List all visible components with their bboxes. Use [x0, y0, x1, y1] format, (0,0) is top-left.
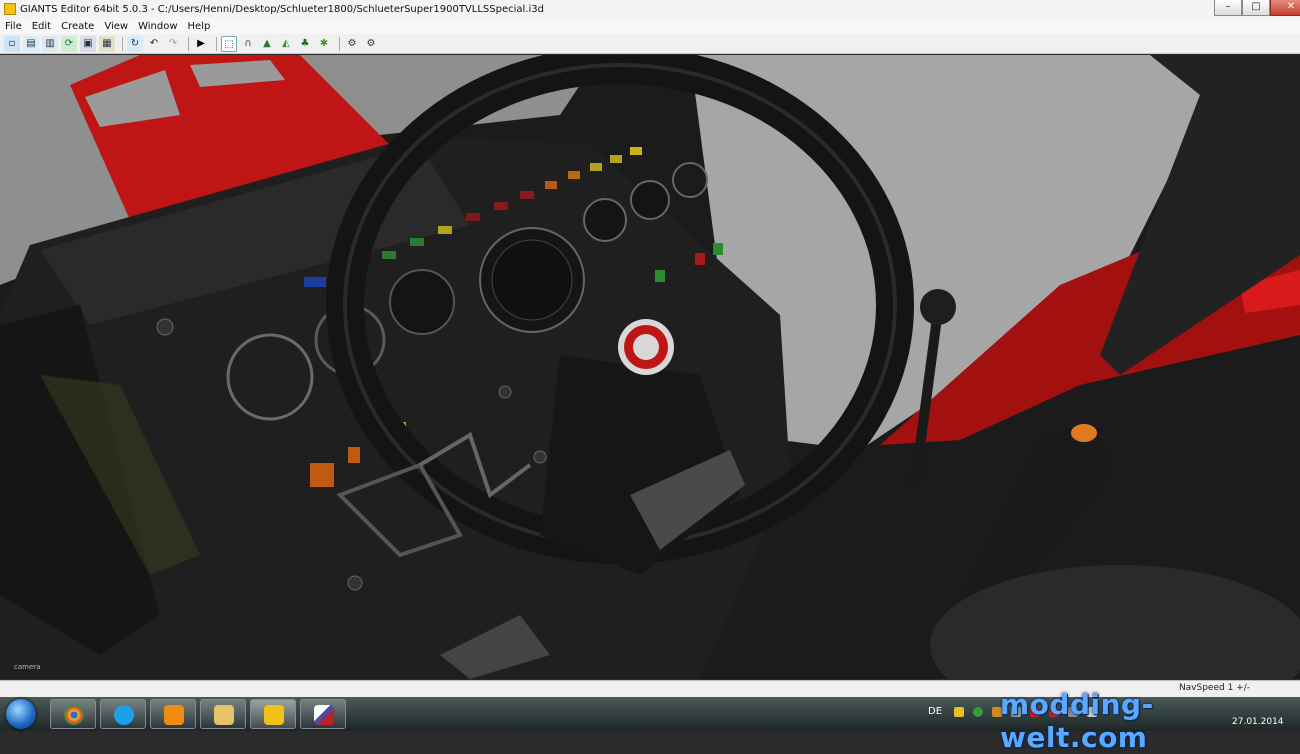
toolbar-separator [216, 36, 217, 51]
minimize-button[interactable]: – [1214, 0, 1242, 16]
toolbar-separator [122, 36, 123, 51]
taskbar-media-player[interactable] [150, 699, 196, 729]
window-title: GIANTS Editor 64bit 5.0.3 - C:/Users/Hen… [20, 3, 544, 15]
3d-viewport[interactable]: camera [0, 55, 1300, 679]
title-bar: GIANTS Editor 64bit 5.0.3 - C:/Users/Hen… [0, 0, 1300, 19]
taskbar-giants-editor[interactable] [250, 699, 296, 729]
play-icon[interactable]: ▶ [193, 36, 209, 52]
menu-bar: File Edit Create View Window Help [0, 18, 1300, 34]
toolbar-separator [339, 36, 340, 51]
folder-icon [214, 705, 234, 725]
save-as-icon[interactable]: ▥ [42, 35, 58, 52]
taskbar-paint[interactable] [300, 699, 346, 729]
export-icon[interactable]: ▦ [99, 35, 115, 52]
camera-label: camera [14, 663, 41, 671]
menu-create[interactable]: Create [56, 21, 99, 32]
redo-icon[interactable]: ↷ [165, 36, 181, 52]
terrain-icon[interactable]: ▲ [259, 36, 275, 52]
menu-edit[interactable]: Edit [27, 21, 56, 32]
close-button[interactable]: ✕ [1270, 0, 1300, 16]
language-indicator[interactable]: DE [928, 706, 942, 717]
toolbar-separator [188, 36, 189, 51]
media-player-icon [164, 705, 184, 725]
maximize-button[interactable]: □ [1242, 0, 1270, 16]
start-button[interactable] [6, 699, 36, 729]
settings-icon[interactable]: ⚙ [344, 36, 360, 52]
chrome-icon [64, 705, 84, 725]
tray-icon[interactable] [954, 707, 964, 717]
menu-window[interactable]: Window [133, 21, 182, 32]
taskbar-explorer[interactable] [200, 699, 246, 729]
settings-alt-icon[interactable]: ⚙ [363, 36, 379, 52]
taskbar-skype[interactable] [100, 699, 146, 729]
window-controls: – □ ✕ [1214, 0, 1300, 16]
undo-icon[interactable]: ↶ [146, 36, 162, 52]
menu-help[interactable]: Help [183, 21, 216, 32]
refresh-icon[interactable]: ⟳ [61, 35, 77, 52]
reload-icon[interactable]: ↻ [127, 35, 143, 52]
paint-icon [314, 705, 334, 725]
watermark: modding-welt.com [1000, 688, 1154, 754]
skype-icon [114, 705, 134, 725]
taskbar-chrome[interactable] [50, 699, 96, 729]
scene-render [0, 55, 1300, 679]
tray-icon[interactable] [973, 707, 983, 717]
toolbar: ▫ ▤ ▥ ⟳ ▣ ▦ ↻ ↶ ↷ ▶ ⬚ ∩ ▲ ◭ ♣ ✱ ⚙ ⚙ [0, 34, 1300, 54]
select-icon[interactable]: ⬚ [221, 35, 237, 52]
menu-view[interactable]: View [99, 21, 133, 32]
grass-icon[interactable]: ✱ [316, 36, 332, 52]
foliage-icon[interactable]: ♣ [297, 36, 313, 52]
open-icon[interactable]: ▤ [23, 35, 39, 52]
magnet-icon[interactable]: ∩ [240, 36, 256, 52]
save-icon[interactable]: ▣ [80, 35, 96, 52]
menu-file[interactable]: File [0, 21, 27, 32]
terrain-paint-icon[interactable]: ◭ [278, 36, 294, 52]
app-icon [4, 3, 16, 15]
new-icon[interactable]: ▫ [4, 35, 20, 52]
giants-editor-icon [264, 705, 284, 725]
